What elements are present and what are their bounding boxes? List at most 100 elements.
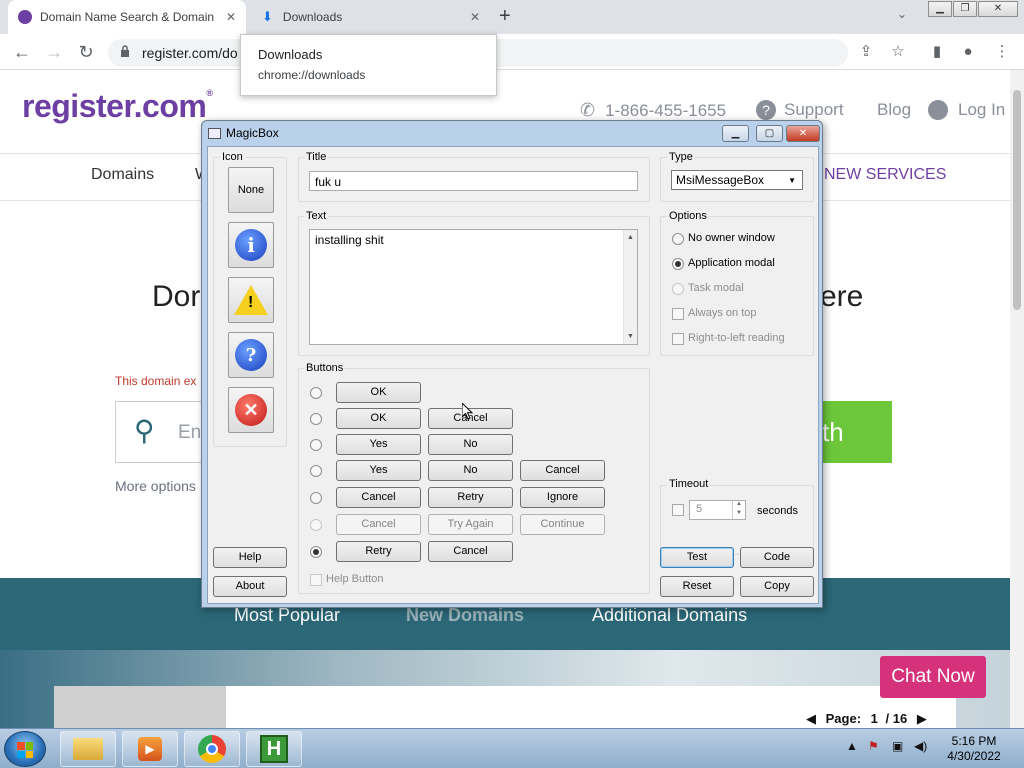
network-icon[interactable]: ▣ bbox=[892, 739, 903, 753]
new-tab-icon[interactable]: + bbox=[499, 5, 511, 28]
system-clock[interactable]: 5:16 PM 4/30/2022 bbox=[935, 734, 1013, 764]
taskbar-explorer[interactable] bbox=[60, 731, 116, 767]
next-page-icon[interactable]: ▶ bbox=[917, 711, 927, 726]
icon-info-button[interactable]: i bbox=[228, 222, 274, 268]
radio-retry-cancel[interactable] bbox=[310, 546, 322, 558]
help-button[interactable]: Help bbox=[213, 547, 287, 568]
radio-ok[interactable] bbox=[310, 387, 322, 399]
checkbox-timeout[interactable] bbox=[672, 504, 684, 516]
radio-cancel-retry-ignore[interactable] bbox=[310, 492, 322, 504]
about-button[interactable]: About bbox=[213, 576, 287, 597]
icon-warning-button[interactable]: ! bbox=[228, 277, 274, 323]
close-tab-icon[interactable]: ✕ bbox=[226, 10, 236, 24]
reload-icon[interactable]: ↻ bbox=[74, 40, 98, 64]
preview-cancel-button[interactable]: Cancel bbox=[336, 487, 421, 508]
reset-button[interactable]: Reset bbox=[660, 576, 734, 597]
profile-icon[interactable]: ● bbox=[958, 42, 978, 62]
preview-cancel-button[interactable]: Cancel bbox=[428, 541, 513, 562]
menu-icon[interactable]: ⋮ bbox=[992, 42, 1012, 62]
checkbox-help-button[interactable] bbox=[310, 574, 322, 586]
scroll-up-icon[interactable]: ▲ bbox=[627, 234, 634, 241]
preview-yes-button[interactable]: Yes bbox=[336, 460, 421, 481]
phone-link[interactable]: ✆ 1-866-455-1655 bbox=[580, 100, 726, 121]
spin-down-icon[interactable]: ▼ bbox=[732, 510, 745, 519]
title-input[interactable]: fuk u bbox=[309, 171, 638, 191]
scroll-down-icon[interactable]: ▼ bbox=[627, 333, 634, 340]
text-scrollbar[interactable]: ▲ ▼ bbox=[623, 230, 637, 344]
preview-ok-button[interactable]: OK bbox=[336, 408, 421, 429]
radio-yes-no[interactable] bbox=[310, 439, 322, 451]
radio-task-modal[interactable] bbox=[672, 283, 684, 295]
icon-error-button[interactable]: ✕ bbox=[228, 387, 274, 433]
icon-question-button[interactable]: ? bbox=[228, 332, 274, 378]
preview-cancel-button[interactable]: Cancel bbox=[336, 514, 421, 535]
downloads-popup[interactable]: Downloads chrome://downloads bbox=[240, 34, 497, 96]
scrollbar-thumb[interactable] bbox=[1013, 90, 1021, 310]
checkbox-always-on-top[interactable] bbox=[672, 308, 684, 320]
preview-retry-button[interactable]: Retry bbox=[428, 487, 513, 508]
tab-additional-domains[interactable]: Additional Domains bbox=[592, 605, 747, 626]
nav-new-services[interactable]: NEW SERVICES bbox=[824, 166, 946, 184]
text-input[interactable]: installing shit ▲ ▼ bbox=[309, 229, 638, 345]
copy-button[interactable]: Copy bbox=[740, 576, 814, 597]
close-icon[interactable]: ✕ bbox=[786, 125, 820, 142]
tab-title: Domain Name Search & Domain bbox=[40, 10, 215, 24]
tab-most-popular[interactable]: Most Popular bbox=[234, 605, 340, 626]
prev-page-icon[interactable]: ◀ bbox=[806, 711, 816, 726]
tab-downloads[interactable]: ⬇ Downloads ✕ bbox=[252, 0, 490, 34]
spin-up-icon[interactable]: ▲ bbox=[732, 501, 745, 510]
preview-try-again-button[interactable]: Try Again bbox=[428, 514, 513, 535]
minimize-icon[interactable]: ▁ bbox=[928, 1, 952, 17]
tab-new-domains[interactable]: New Domains bbox=[406, 605, 524, 626]
chevron-down-icon[interactable]: ⌄ bbox=[897, 7, 907, 21]
minimize-icon[interactable]: ▁ bbox=[722, 125, 749, 142]
radio-ok-cancel[interactable] bbox=[310, 413, 322, 425]
radio-yes-no-cancel[interactable] bbox=[310, 465, 322, 477]
checkbox-right-to-left[interactable] bbox=[672, 333, 684, 345]
radio-no-owner-window[interactable] bbox=[672, 233, 684, 245]
radio-application-modal[interactable] bbox=[672, 258, 684, 270]
action-center-icon[interactable]: ⚑ bbox=[868, 739, 879, 753]
taskbar-chrome[interactable] bbox=[184, 731, 240, 767]
preview-no-button[interactable]: No bbox=[428, 434, 513, 455]
page-scrollbar[interactable] bbox=[1010, 70, 1024, 728]
maximize-icon[interactable]: ▢ bbox=[756, 125, 783, 142]
close-window-icon[interactable]: ✕ bbox=[978, 1, 1018, 17]
show-hidden-icons-icon[interactable]: ▲ bbox=[846, 739, 858, 753]
taskbar-media-player[interactable]: ▶ bbox=[122, 731, 178, 767]
preview-ok-button[interactable]: OK bbox=[336, 382, 421, 403]
side-panel-icon[interactable]: ▮ bbox=[927, 42, 947, 62]
tab-register[interactable]: Domain Name Search & Domain ✕ bbox=[8, 0, 246, 34]
blog-link[interactable]: Blog bbox=[877, 100, 911, 120]
code-button[interactable]: Code bbox=[740, 547, 814, 568]
login-link[interactable]: Log In bbox=[928, 100, 1005, 120]
site-logo[interactable]: register.com® bbox=[22, 88, 213, 125]
help-circle-icon: ? bbox=[756, 100, 776, 120]
start-button[interactable] bbox=[4, 731, 46, 767]
restore-icon[interactable]: ❐ bbox=[953, 1, 977, 17]
volume-icon[interactable]: ◀) bbox=[914, 739, 927, 753]
warning-icon: ! bbox=[234, 285, 268, 315]
bookmark-star-icon[interactable]: ☆ bbox=[888, 42, 908, 62]
chat-now-button[interactable]: Chat Now bbox=[880, 656, 986, 698]
chrome-icon bbox=[198, 735, 226, 763]
taskbar-hta-app[interactable]: H bbox=[246, 731, 302, 767]
icon-none-button[interactable]: None bbox=[228, 167, 274, 213]
forward-icon[interactable]: → bbox=[42, 40, 66, 64]
preview-continue-button[interactable]: Continue bbox=[520, 514, 605, 535]
close-tab-icon[interactable]: ✕ bbox=[470, 10, 480, 24]
preview-yes-button[interactable]: Yes bbox=[336, 434, 421, 455]
support-link[interactable]: ? Support bbox=[756, 100, 844, 120]
preview-no-button[interactable]: No bbox=[428, 460, 513, 481]
preview-cancel-button[interactable]: Cancel bbox=[520, 460, 605, 481]
preview-ignore-button[interactable]: Ignore bbox=[520, 487, 605, 508]
preview-retry-button[interactable]: Retry bbox=[336, 541, 421, 562]
timeout-spinner[interactable]: 5 ▲ ▼ bbox=[689, 500, 746, 520]
share-icon[interactable]: ⇪ bbox=[856, 42, 876, 62]
type-select[interactable]: MsiMessageBox ▼ bbox=[671, 170, 803, 190]
more-options-link[interactable]: More options bbox=[115, 478, 196, 494]
back-icon[interactable]: ← bbox=[10, 40, 34, 64]
radio-cancel-tryagain-continue[interactable] bbox=[310, 519, 322, 531]
test-button[interactable]: Test bbox=[660, 547, 734, 568]
nav-domains[interactable]: Domains bbox=[91, 166, 154, 184]
